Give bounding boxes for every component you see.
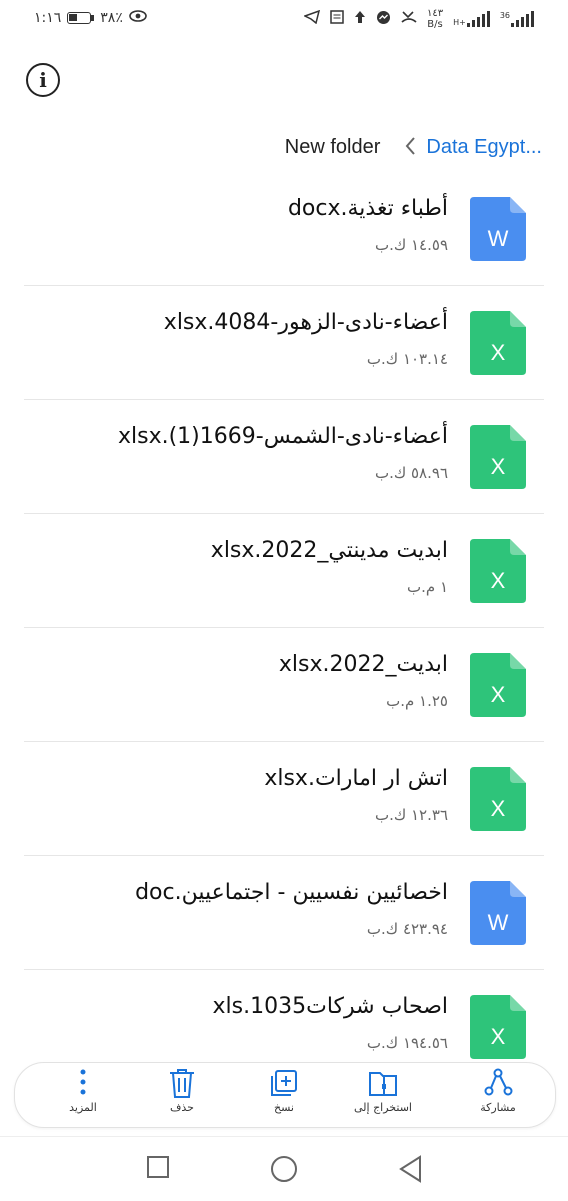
messenger-icon	[376, 10, 391, 29]
share-label: مشاركة	[480, 1101, 516, 1114]
circle-icon	[271, 1156, 297, 1182]
file-name: ابديت_2022.xlsx	[278, 652, 448, 677]
chevron-left-icon	[404, 136, 416, 158]
file-name: اصحاب شركات1035.xls	[212, 994, 448, 1019]
word-file-icon: W	[470, 881, 526, 945]
info-icon: i	[39, 68, 47, 92]
file-size: ٥٨.٩٦ ك.ب	[374, 464, 448, 482]
file-row[interactable]: اخصائيين نفسيين - اجتماعيين.doc ٤٢٣.٩٤ ك…	[0, 856, 568, 970]
file-row[interactable]: اتش ار امارات.xlsx ١٢.٣٦ ك.ب X	[0, 742, 568, 856]
signal1-label: H+	[453, 18, 466, 27]
signal-bars-icon	[466, 11, 490, 27]
extract-label: استخراج إلى	[354, 1101, 412, 1114]
recents-button[interactable]	[146, 1155, 170, 1183]
back-button[interactable]	[398, 1155, 424, 1187]
file-size: ١.٢٥ م.ب	[386, 692, 448, 710]
breadcrumb-current: New folder	[284, 135, 381, 158]
net-speed-unit: B/s	[427, 19, 443, 30]
word-file-icon: W	[470, 197, 526, 261]
excel-file-icon: X	[470, 995, 526, 1059]
more-vertical-icon	[80, 1069, 86, 1095]
file-list: أطباء تغذية.docx ١٤.٥٩ ك.ب W أعضاء-نادى-…	[0, 172, 568, 1084]
file-size: ٤٢٣.٩٤ ك.ب	[366, 920, 448, 938]
net-speed-value: ١٤٣	[426, 8, 444, 19]
notes-icon	[330, 10, 344, 28]
share-button[interactable]: مشاركة	[453, 1063, 543, 1127]
triangle-back-icon	[399, 1155, 421, 1183]
copy-button[interactable]: نسخ	[239, 1063, 329, 1127]
file-size: ١٤.٥٩ ك.ب	[374, 236, 448, 254]
battery-percent: ٣٨٪	[100, 10, 123, 26]
file-type-letter: X	[491, 1024, 506, 1049]
clock: ١:١٦	[34, 10, 62, 26]
telegram-icon	[303, 9, 321, 28]
excel-file-icon: X	[470, 539, 526, 603]
excel-file-icon: X	[470, 425, 526, 489]
signal-bars-icon	[511, 11, 534, 27]
battery-icon	[67, 12, 95, 24]
file-size: ١٠٣.١٤ ك.ب	[366, 350, 448, 368]
copy-icon	[271, 1070, 297, 1096]
status-right: ١٤٣ B/s H+ 36	[303, 8, 534, 30]
file-type-letter: X	[491, 454, 506, 479]
delete-button[interactable]: حذف	[137, 1063, 227, 1127]
breadcrumb-parent[interactable]: Data Egypt...	[426, 136, 542, 159]
zip-folder-icon	[369, 1072, 397, 1096]
file-type-letter: X	[491, 340, 506, 365]
file-size: ١٩٤.٥٦ ك.ب	[366, 1034, 448, 1052]
file-row[interactable]: أعضاء-نادى-الزهور-4084.xlsx ١٠٣.١٤ ك.ب X	[0, 286, 568, 400]
arrow-icon	[354, 10, 366, 28]
file-name: اخصائيين نفسيين - اجتماعيين.doc	[135, 880, 448, 905]
home-button[interactable]	[270, 1155, 298, 1187]
breadcrumb: New folder Data Egypt...	[285, 130, 542, 164]
file-name: اتش ار امارات.xlsx	[264, 766, 448, 791]
extract-button[interactable]: استخراج إلى	[338, 1063, 428, 1127]
file-row[interactable]: ابديت_2022.xlsx ١.٢٥ م.ب X	[0, 628, 568, 742]
file-size: ١٢.٣٦ ك.ب	[374, 806, 448, 824]
file-name: ابديت مدينتي_2022.xlsx	[210, 538, 448, 563]
copy-label: نسخ	[274, 1101, 294, 1114]
file-type-letter: X	[491, 682, 506, 707]
file-row[interactable]: أعضاء-نادى-الشمس-1669(1).xlsx ٥٨.٩٦ ك.ب …	[0, 400, 568, 514]
square-icon	[147, 1156, 169, 1178]
file-row[interactable]: أطباء تغذية.docx ١٤.٥٩ ك.ب W	[0, 172, 568, 286]
excel-file-icon: X	[470, 767, 526, 831]
file-type-letter: W	[488, 910, 509, 935]
eye-icon	[129, 10, 147, 26]
status-left: ١:١٦ ٣٨٪	[34, 10, 147, 26]
file-type-letter: X	[491, 796, 506, 821]
bottom-action-bar: مشاركة استخراج إلى نسخ حذف المزيد	[14, 1062, 556, 1128]
trash-icon	[170, 1069, 194, 1098]
file-row[interactable]: ابديت مدينتي_2022.xlsx ١ م.ب X	[0, 514, 568, 628]
info-button[interactable]: i	[26, 63, 60, 97]
missed-call-icon	[401, 10, 417, 28]
file-name: أطباء تغذية.docx	[287, 196, 448, 221]
file-type-letter: X	[491, 568, 506, 593]
status-bar: ١:١٦ ٣٨٪ ١٤٣ B/s H+ 36	[0, 0, 568, 44]
file-size: ١ م.ب	[406, 578, 448, 596]
signal-1: H+	[453, 11, 490, 27]
file-name: أعضاء-نادى-الزهور-4084.xlsx	[163, 310, 448, 335]
excel-file-icon: X	[470, 311, 526, 375]
more-label: المزيد	[69, 1101, 97, 1114]
signal2-label: 36	[499, 11, 510, 20]
file-name: أعضاء-نادى-الشمس-1669(1).xlsx	[117, 424, 448, 449]
net-speed: ١٤٣ B/s	[427, 8, 443, 30]
share-icon	[484, 1068, 513, 1096]
system-nav-bar	[0, 1136, 568, 1201]
signal-2: 36	[500, 11, 534, 27]
excel-file-icon: X	[470, 653, 526, 717]
file-type-letter: W	[488, 226, 509, 251]
delete-label: حذف	[170, 1101, 194, 1114]
more-button[interactable]: المزيد	[38, 1063, 128, 1127]
